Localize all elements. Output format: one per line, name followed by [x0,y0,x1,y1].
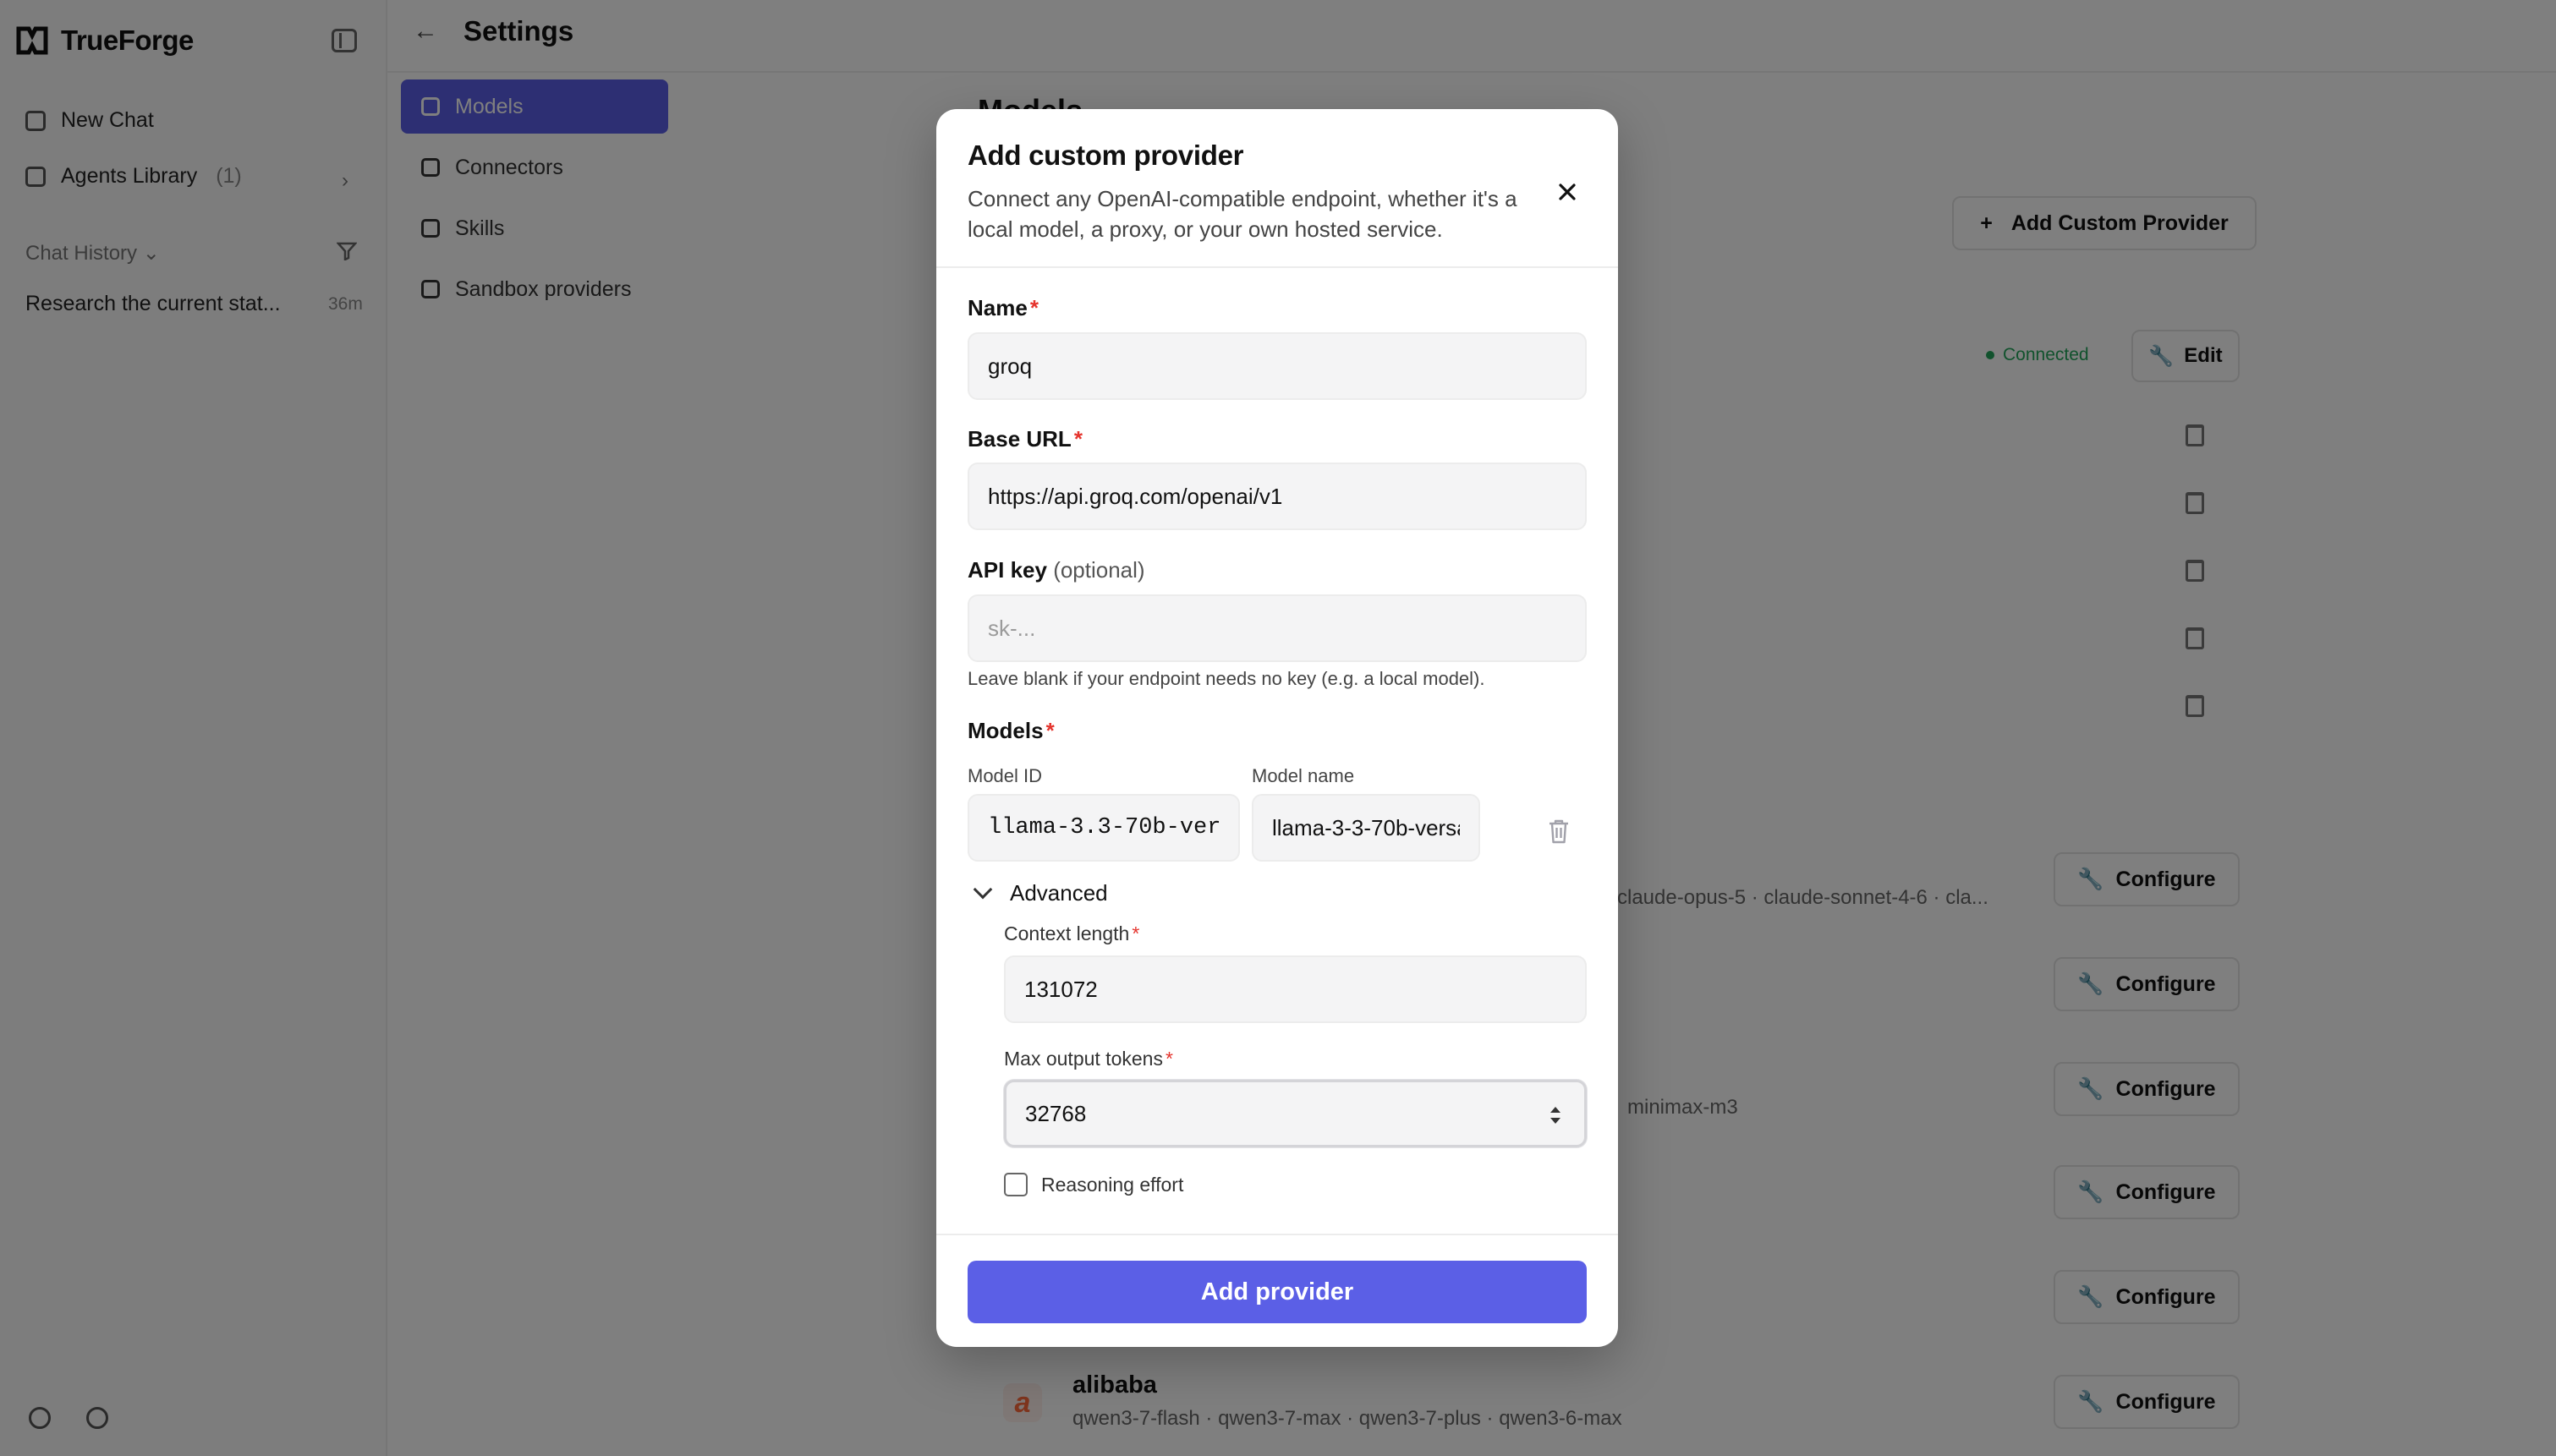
context-length-label: Context length * [1004,922,1140,944]
close-icon [1559,183,1576,200]
base-url-label: Base URL * [968,426,1083,452]
dialog-header: Add custom provider Connect any OpenAI-c… [936,109,1618,268]
required-mark: * [1045,718,1055,743]
max-output-tokens-label: Max output tokens * [1004,1048,1173,1070]
api-key-label: API key (optional) [968,557,1145,583]
number-stepper-icon[interactable] [1547,1103,1564,1128]
reasoning-effort-label: Reasoning effort [1041,1173,1184,1196]
required-mark: * [1132,922,1140,944]
api-key-input[interactable] [968,594,1587,662]
close-button[interactable] [1544,168,1591,216]
reasoning-effort-option[interactable]: Reasoning effort [1004,1173,1183,1196]
add-custom-provider-dialog: Add custom provider Connect any OpenAI-c… [936,109,1618,1347]
dialog-title: Add custom provider [968,140,1244,171]
max-output-tokens-input[interactable] [1004,1080,1587,1147]
chevron-down-icon [973,879,993,900]
dialog-description: Connect any OpenAI-compatible endpoint, … [968,186,1517,242]
model-name-input[interactable] [1252,794,1480,862]
context-length-input[interactable] [1004,955,1587,1023]
trash-icon[interactable] [1547,818,1571,845]
model-id-label: Model ID [968,765,1043,786]
name-input[interactable] [968,332,1587,400]
required-mark: * [1073,426,1083,452]
name-label: Name * [968,295,1039,320]
required-mark: * [1165,1048,1173,1070]
advanced-label: Advanced [1010,879,1108,906]
dialog-footer-divider [936,1234,1618,1235]
api-key-helper: Leave blank if your endpoint needs no ke… [968,668,1485,689]
model-name-label: Model name [1252,765,1355,786]
optional-hint: (optional) [1053,557,1145,583]
required-mark: * [1029,295,1039,320]
advanced-toggle[interactable]: Advanced [968,872,1108,914]
base-url-input[interactable] [968,463,1587,530]
add-provider-button[interactable]: Add provider [968,1261,1587,1323]
reasoning-effort-checkbox[interactable] [1004,1173,1028,1196]
model-id-input[interactable] [968,794,1240,862]
models-label: Models * [968,718,1055,743]
